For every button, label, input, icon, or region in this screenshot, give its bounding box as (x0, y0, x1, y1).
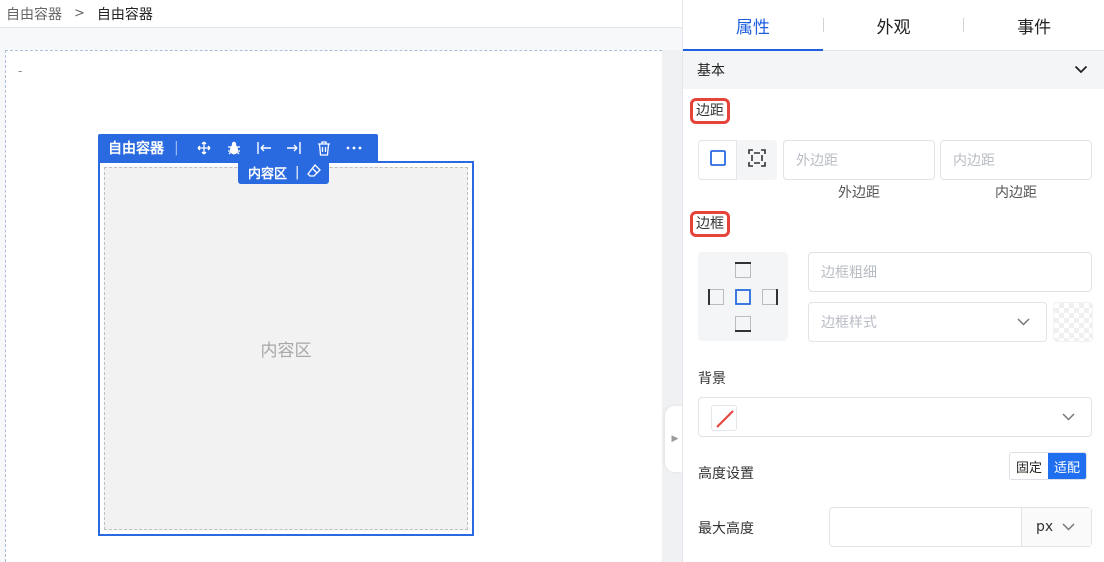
background-label: 背景 (698, 371, 726, 387)
content-area[interactable]: 内容区 (104, 167, 468, 530)
border-top-icon[interactable] (735, 262, 751, 278)
tab-events[interactable]: 事件 (964, 0, 1104, 50)
bug-icon[interactable] (219, 134, 249, 162)
chevron-down-icon (1017, 314, 1030, 330)
border-style-select[interactable]: 边框样式 (808, 302, 1047, 342)
border-all-icon[interactable] (735, 289, 751, 305)
height-mode-toggle: 固定 适配 (1009, 452, 1088, 480)
property-panel: 属性 外观 事件 基本 边距 外边距 内边距 外边距 内边距 边框 边框粗细 边… (682, 0, 1104, 562)
more-icon[interactable] (339, 134, 369, 162)
spacing-label: 边距 (690, 98, 730, 124)
max-height-unit-select[interactable]: px (1021, 508, 1091, 546)
spacing-mode-switch (698, 140, 777, 180)
height-fixed-option[interactable]: 固定 (1010, 453, 1049, 479)
section-basic-header[interactable]: 基本 (683, 51, 1104, 89)
content-area-tag[interactable]: 内容区 | (238, 161, 330, 184)
border-width-input[interactable]: 边框粗细 (808, 252, 1092, 292)
square-icon (709, 150, 726, 170)
chevron-down-icon (1062, 409, 1075, 425)
square-corners-icon (747, 149, 766, 171)
height-setting-label: 高度设置 (698, 466, 754, 482)
border-bottom-icon[interactable] (735, 316, 751, 332)
chevron-down-icon (1062, 519, 1075, 535)
height-fit-option[interactable]: 适配 (1048, 453, 1087, 479)
align-right-icon[interactable] (279, 134, 309, 162)
background-color-select[interactable] (698, 397, 1092, 437)
border-label: 边框 (690, 211, 730, 237)
border-side-picker (698, 252, 788, 341)
border-style-placeholder: 边框样式 (821, 315, 877, 331)
border-color-picker[interactable] (1053, 302, 1093, 342)
outer-margin-input[interactable]: 外边距 (783, 140, 935, 180)
canvas-gutter (662, 50, 682, 562)
max-height-field: px (829, 507, 1092, 547)
breadcrumb-item-parent[interactable]: 自由容器 (6, 4, 62, 24)
no-color-icon (711, 405, 737, 431)
content-tag-divider: | (295, 165, 300, 180)
tab-properties[interactable]: 属性 (683, 0, 823, 51)
inner-padding-input[interactable]: 内边距 (940, 140, 1092, 180)
spacing-mode-individual[interactable] (737, 140, 776, 180)
max-height-unit: px (1036, 519, 1054, 535)
breadcrumb-item-current: 自由容器 (96, 6, 153, 23)
content-area-placeholder: 内容区 (260, 341, 312, 361)
border-left-icon[interactable] (708, 289, 724, 305)
border-right-icon[interactable] (762, 289, 778, 305)
max-height-input[interactable] (830, 508, 1021, 546)
trash-icon[interactable] (309, 134, 339, 162)
move-icon[interactable] (189, 134, 219, 162)
container-title: 自由容器 (108, 141, 164, 157)
canvas-marker: - (18, 64, 23, 78)
breadcrumb-separator: > (74, 6, 85, 21)
tab-appearance[interactable]: 外观 (824, 0, 964, 50)
eraser-icon[interactable] (307, 163, 322, 182)
outer-margin-caption: 外边距 (838, 185, 880, 201)
align-left-icon[interactable] (249, 134, 279, 162)
breadcrumb: 自由容器 > 自由容器 (0, 0, 682, 28)
content-tag-label: 内容区 (248, 167, 288, 182)
inner-padding-caption: 内边距 (995, 185, 1037, 201)
chevron-down-icon (1074, 62, 1088, 78)
caret-right-icon: ▶ (671, 434, 679, 444)
free-container[interactable]: 内容区 (98, 161, 474, 536)
max-height-label: 最大高度 (698, 521, 754, 537)
container-toolbar: 自由容器 | (98, 134, 378, 162)
panel-tabs: 属性 外观 事件 (683, 0, 1104, 51)
toolbar-divider: | (174, 140, 179, 156)
section-basic-title: 基本 (697, 63, 725, 79)
spacing-mode-uniform[interactable] (698, 140, 737, 180)
